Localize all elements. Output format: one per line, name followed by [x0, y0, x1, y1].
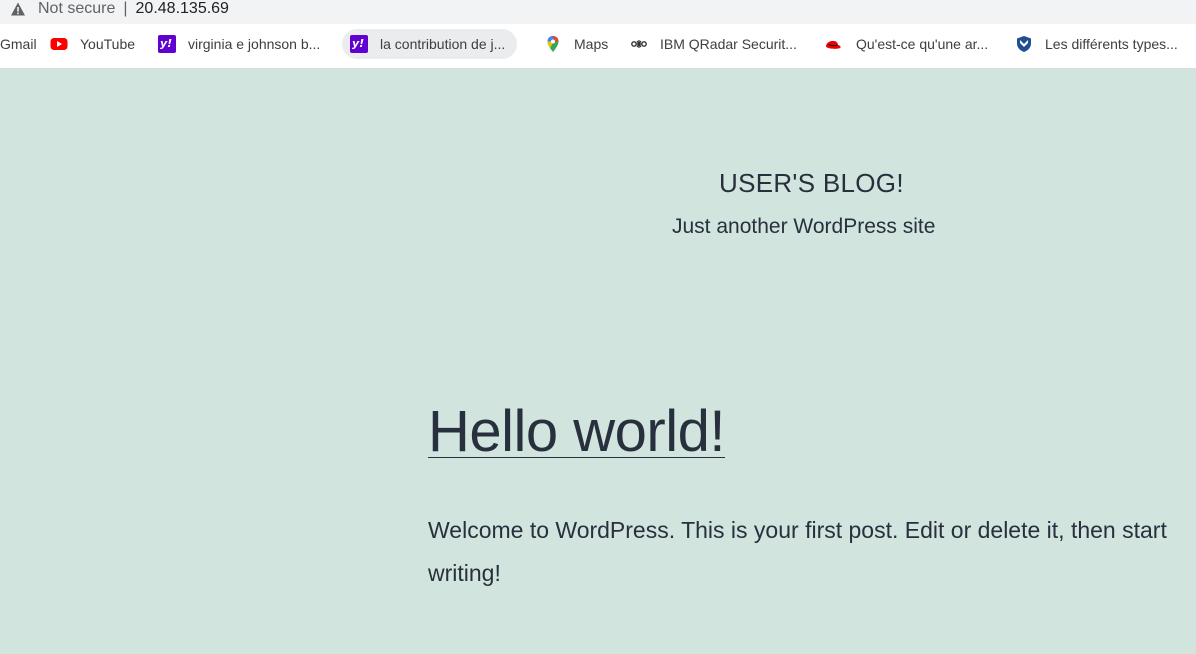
bookmark-label: Gmail	[0, 36, 37, 52]
bookmark-gmail[interactable]: Gmail	[0, 29, 37, 59]
bookmark-label: virginia e johnson b...	[188, 36, 321, 52]
bookmark-maps[interactable]: Maps	[544, 29, 608, 59]
site-title[interactable]: USER'S BLOG!	[719, 168, 904, 199]
address-separator: |	[123, 0, 128, 17]
maps-pin-icon	[547, 36, 559, 52]
warning-icon[interactable]	[10, 1, 26, 17]
yahoo-icon: y!	[158, 35, 176, 53]
bookmark-label: la contribution de j...	[380, 36, 506, 52]
address-bar[interactable]: Not secure | 20.48.135.69	[0, 0, 229, 18]
bookmark-redhat[interactable]: Qu'est-ce qu'une ar...	[822, 29, 988, 59]
youtube-icon	[50, 38, 68, 50]
url-text[interactable]: 20.48.135.69	[136, 0, 229, 18]
bookmark-virginia[interactable]: y! virginia e johnson b...	[158, 29, 320, 59]
bookmark-label: YouTube	[80, 36, 136, 52]
bookmark-qradar[interactable]: IBM QRadar Securit...	[630, 29, 797, 59]
shield-icon	[1017, 36, 1031, 52]
post-title-link[interactable]: Hello world!	[428, 398, 726, 465]
redhat-icon	[826, 41, 841, 49]
bookmark-label: IBM QRadar Securit...	[660, 36, 797, 52]
post-content: Welcome to WordPress. This is your first…	[428, 517, 1167, 586]
bookmarks-bar: Gmail YouTube y! virginia e johnson b...…	[0, 24, 1196, 69]
bookmark-label: Qu'est-ce qu'une ar...	[856, 36, 989, 52]
bookmark-label: Les différents types...	[1045, 36, 1178, 52]
bookmark-la-contribution[interactable]: y! la contribution de j...	[342, 29, 518, 59]
browser-top-bar: Not secure | 20.48.135.69	[0, 0, 1196, 24]
bookmark-les-differents[interactable]: Les différents types...	[1015, 29, 1178, 59]
security-label: Not secure	[38, 0, 116, 17]
bookmark-label: Maps	[574, 36, 609, 52]
yahoo-icon: y!	[350, 35, 368, 53]
site-description: Just another WordPress site	[672, 215, 936, 238]
bookmark-youtube[interactable]: YouTube	[50, 29, 135, 59]
qradar-icon	[631, 40, 647, 48]
